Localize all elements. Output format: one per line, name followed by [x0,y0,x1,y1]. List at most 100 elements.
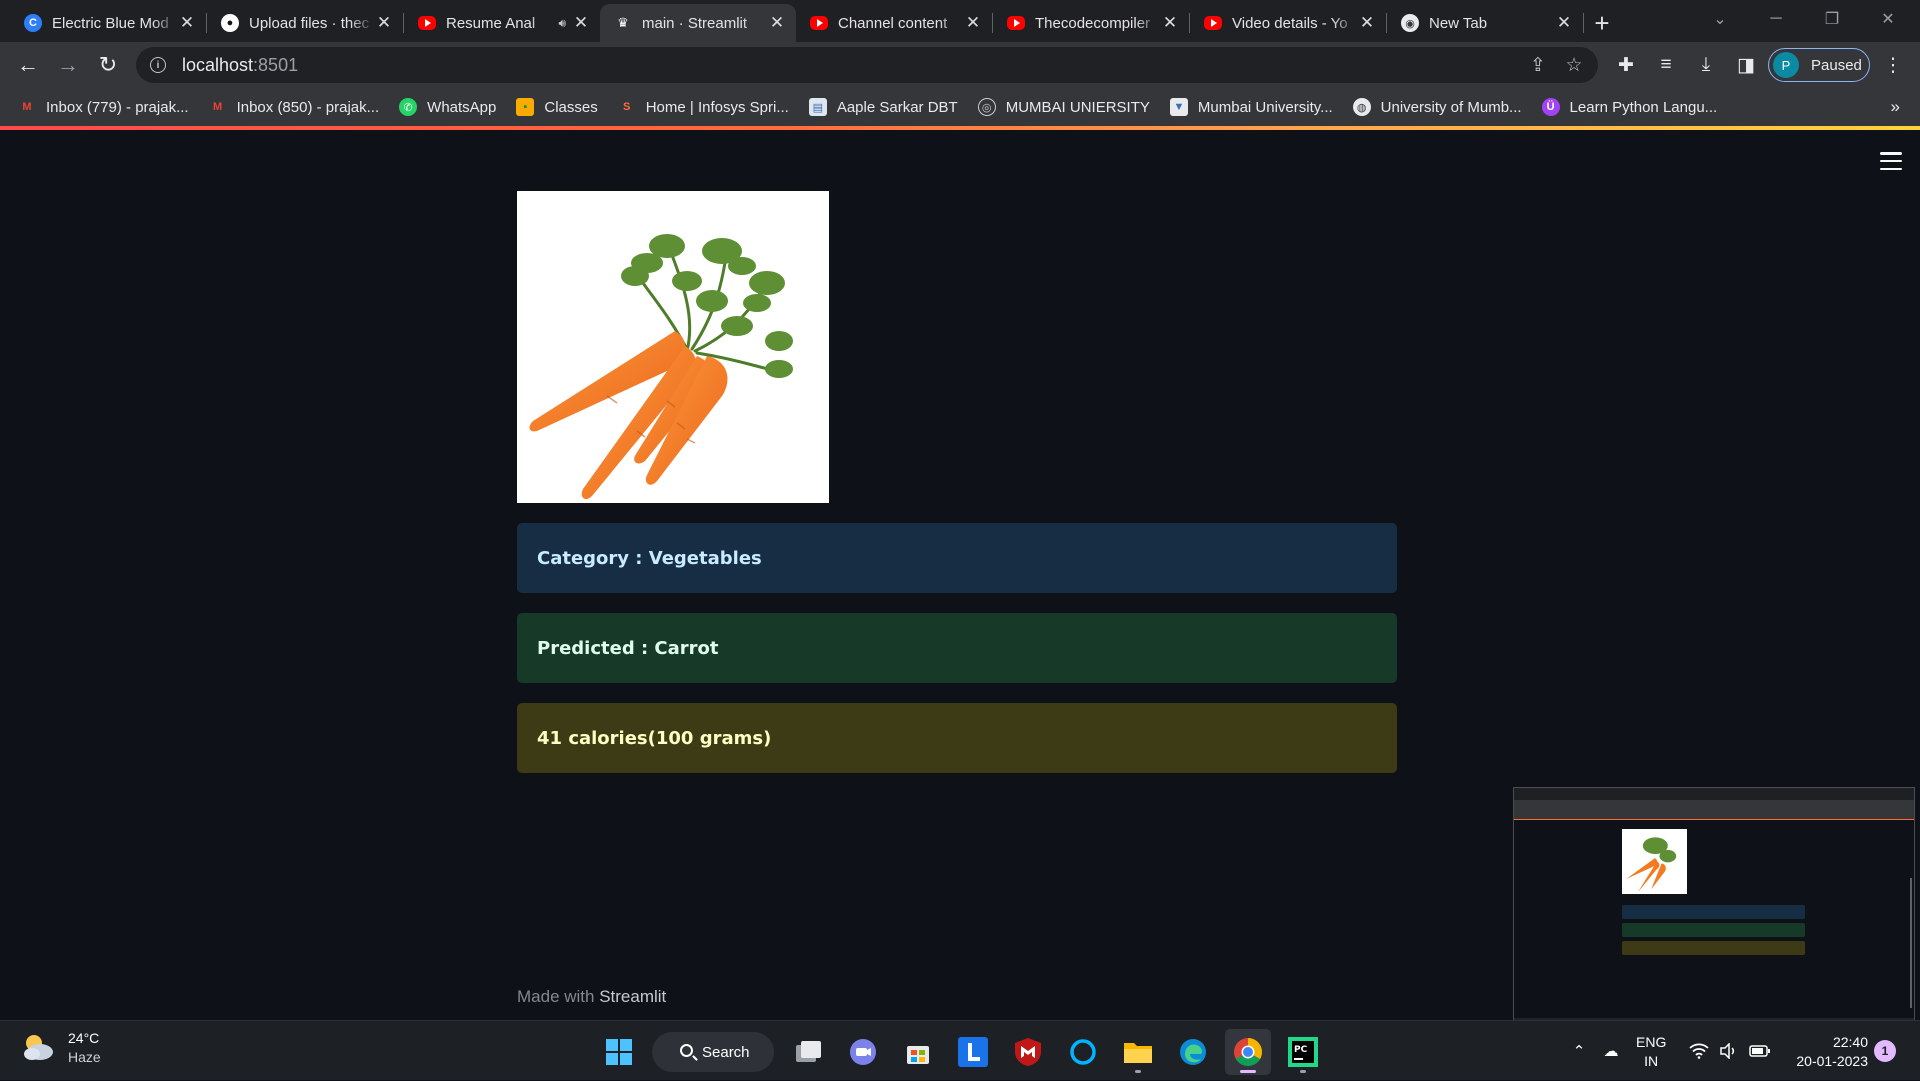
youtube-icon [1007,16,1025,30]
pycharm-icon: PC [1288,1037,1318,1067]
tab-new-tab[interactable]: ◉ New Tab ✕ [1387,4,1583,42]
new-tab-button[interactable]: + [1584,4,1620,42]
taskbar-search[interactable]: Search [652,1032,774,1072]
bookmark-item[interactable]: ▤ Aaple Sarkar DBT [808,98,958,116]
thumb-carrot-icon [1626,837,1677,893]
tab-channel-content[interactable]: Channel content ✕ [796,4,992,42]
bookmark-item[interactable]: M Inbox (850) - prajak... [209,98,379,116]
tab-title: Channel content [838,14,948,32]
bookmark-item[interactable]: ◍ University of Mumb... [1352,98,1522,116]
footer-prefix: Made with [517,987,600,1006]
bookmark-label: Home | Infosys Spri... [645,98,789,116]
weather-haze-icon [20,1030,56,1066]
bookmark-star-icon[interactable]: ☆ [1556,47,1592,83]
input-language-indicator[interactable]: ENG IN [1636,1033,1666,1071]
window-preview-thumbnail[interactable] [1513,787,1915,1029]
store-icon [907,1046,929,1064]
thumb-calories-box [1622,941,1805,955]
tab-thecodecompiler[interactable]: Thecodecompiler ✕ [993,4,1189,42]
wifi-icon[interactable] [1686,1021,1712,1081]
bookmark-item[interactable]: M Inbox (779) - prajak... [18,98,189,116]
site-info-icon[interactable]: i [150,57,166,73]
close-icon[interactable]: ✕ [178,13,196,32]
volume-icon[interactable] [1716,1021,1742,1081]
bookmark-item[interactable]: ◎ MUMBAI UNIERSITY [977,98,1150,116]
media-controls-icon[interactable]: ≡ [1646,45,1686,85]
microsoft-store-button[interactable] [895,1029,941,1075]
close-icon[interactable]: ✕ [572,13,590,32]
close-icon[interactable]: ✕ [1555,13,1573,32]
close-window-button[interactable]: ✕ [1860,0,1916,38]
bookmark-item[interactable]: Ü Learn Python Langu... [1541,98,1718,116]
canva-icon: C [24,14,42,32]
tab-electric-blue[interactable]: C Electric Blue Mod ✕ [10,4,206,42]
close-icon[interactable]: ✕ [1358,13,1376,32]
lang-line1: ENG [1636,1034,1667,1050]
chrome-taskbar-button[interactable] [1225,1029,1271,1075]
minimize-button[interactable]: ─ [1748,0,1804,38]
share-icon[interactable]: ⇪ [1520,47,1556,83]
streamlit-footer: Made with Streamlit [517,987,666,1007]
tab-upload-files[interactable]: ● Upload files · thec ✕ [207,4,403,42]
bookmark-label: Inbox (779) - prajak... [46,98,189,116]
avatar: P [1773,52,1799,78]
profile-button[interactable]: P Paused [1768,48,1870,82]
restore-button[interactable]: ❐ [1804,0,1860,38]
weather-widget[interactable]: 24°C Haze [20,1029,101,1067]
side-panel-icon[interactable]: ◨ [1726,45,1766,85]
mcafee-button[interactable] [1005,1029,1051,1075]
app-l-button[interactable] [950,1029,996,1075]
bookmark-item[interactable]: ▪ Classes [516,98,598,116]
bookmark-label: Learn Python Langu... [1569,98,1718,116]
more-bookmarks-icon[interactable]: » [1891,88,1900,126]
address-bar[interactable]: i localhost:8501 ⇪ ☆ [136,47,1598,83]
chrome-menu-icon[interactable]: ⋮ [1873,45,1913,85]
download-icon[interactable]: ⤓ [1686,45,1726,85]
task-view-button[interactable] [785,1029,831,1075]
bookmark-item[interactable]: ✆ WhatsApp [399,98,496,116]
tab-video-details[interactable]: Video details - Yo ✕ [1190,4,1386,42]
close-icon[interactable]: ✕ [1161,13,1179,32]
system-clock[interactable]: 22:40 20-01-2023 [1788,1033,1868,1071]
tab-resume-analyzer[interactable]: Resume Anal 🔊︎ ✕ [404,4,600,42]
main-menu-icon[interactable] [1880,152,1902,170]
thumb-category-box [1622,905,1805,919]
extensions-icon[interactable]: ✚ [1606,45,1646,85]
category-text: Category : Vegetables [537,547,762,569]
streamlit-app: Category : Vegetables Predicted : Carrot… [0,130,1920,1029]
onedrive-cloud-icon[interactable]: ☁ [1598,1021,1624,1081]
close-icon[interactable]: ✕ [768,13,786,32]
category-info-box: Category : Vegetables [517,523,1397,593]
close-icon[interactable]: ✕ [964,13,982,32]
back-button[interactable]: ← [8,45,48,85]
bookmark-item[interactable]: ▼ Mumbai University... [1169,98,1333,116]
url-host: localhost [182,54,254,75]
edge-button[interactable] [1170,1029,1216,1075]
bookmark-label: MUMBAI UNIERSITY [1005,98,1150,116]
bookmark-label: Aaple Sarkar DBT [836,98,958,116]
running-indicator [1300,1070,1306,1073]
file-explorer-button[interactable] [1115,1029,1161,1075]
start-button[interactable] [596,1029,642,1075]
audio-playing-icon[interactable]: 🔊︎ [558,16,566,31]
chrome-icon: ◉ [1401,14,1419,32]
uploaded-vegetable-image [517,191,829,503]
teams-chat-button[interactable] [840,1029,886,1075]
forward-button[interactable]: → [48,45,88,85]
pycharm-button[interactable]: PC [1280,1029,1326,1075]
close-icon[interactable]: ✕ [375,13,393,32]
tab-search-icon[interactable]: ⌄ [1692,0,1748,38]
battery-icon[interactable] [1746,1021,1774,1081]
calories-warning-box: 41 calories(100 grams) [517,703,1397,773]
bookmark-item[interactable]: S Home | Infosys Spri... [618,98,789,116]
tab-streamlit[interactable]: ♛ main · Streamlit ✕ [600,4,796,42]
classroom-icon: ▪ [516,98,535,116]
calories-text: 41 calories(100 grams) [537,727,772,749]
task-view-icon [796,1041,821,1062]
cortana-button[interactable] [1060,1029,1106,1075]
tab-strip: C Electric Blue Mod ✕ ● Upload files · t… [0,0,1920,42]
streamlit-link[interactable]: Streamlit [599,987,666,1006]
reload-button[interactable]: ↻ [88,45,128,85]
show-hidden-icons-chevron-icon[interactable]: ⌃ [1568,1021,1590,1081]
notification-badge[interactable]: 1 [1874,1040,1896,1062]
